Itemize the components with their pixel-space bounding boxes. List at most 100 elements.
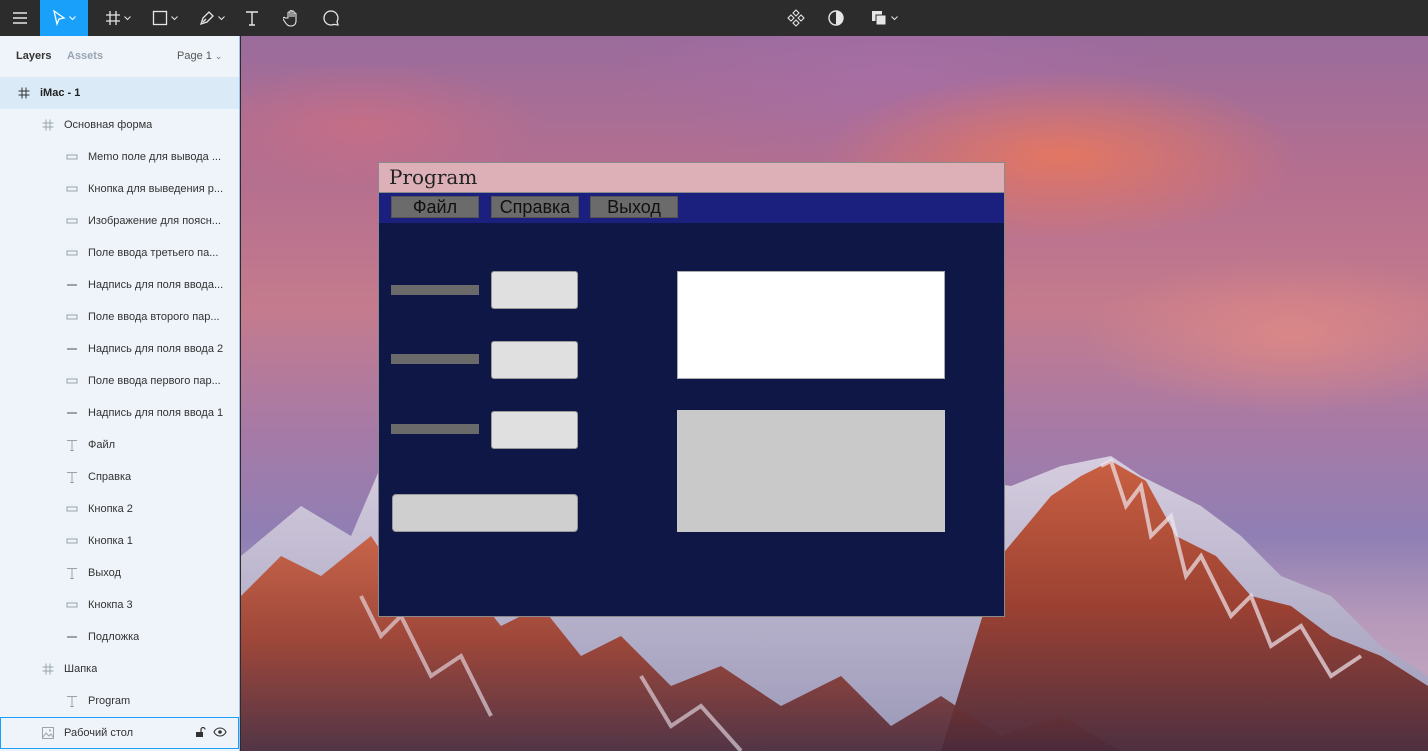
layer-name: Выход <box>88 567 121 579</box>
text-tool-icon[interactable] <box>240 0 264 36</box>
tab-layers[interactable]: Layers <box>16 50 51 62</box>
layer-row[interactable]: Основная форма <box>0 109 239 141</box>
layers-panel: Layers Assets Page 1 ⌄ iMac - 1 Основная ф… <box>0 36 240 751</box>
pen-tool-button[interactable] <box>192 0 232 36</box>
layer-row[interactable]: Кнопка 2 <box>0 493 239 525</box>
shape-tool-button[interactable] <box>145 0 185 36</box>
menu-file-button[interactable]: Файл <box>391 196 479 218</box>
eye-icon[interactable] <box>213 726 227 741</box>
rectangle-icon <box>65 310 79 324</box>
layer-name: Program <box>88 695 131 707</box>
input-label-1 <box>391 424 479 434</box>
layer-name: Основная форма <box>64 119 153 131</box>
frame-icon <box>41 118 55 132</box>
panel-tabs: Layers Assets Page 1 ⌄ <box>0 36 239 78</box>
layer-name: Поле ввода первого пар... <box>88 375 221 387</box>
layer-row[interactable]: Кнопка 1 <box>0 525 239 557</box>
rectangle-icon <box>65 534 79 548</box>
frame-tool-button[interactable] <box>98 0 138 36</box>
layer-row[interactable]: Поле ввода третьего па... <box>0 237 239 269</box>
layer-row[interactable]: Кнопка для выведения р... <box>0 173 239 205</box>
layer-name: Кнопка 1 <box>88 535 133 547</box>
chevron-down-icon: ⌄ <box>214 51 223 61</box>
chevron-down-icon <box>171 15 178 21</box>
layer-name: iMac - 1 <box>40 87 81 99</box>
rectangle-icon <box>65 502 79 516</box>
app-header: Program <box>379 163 1004 193</box>
layer-row[interactable]: Надпись для поля ввода 2 <box>0 333 239 365</box>
layer-name: Надпись для поля ввода... <box>88 279 224 291</box>
layer-row[interactable]: Кнокпа 3 <box>0 589 239 621</box>
rectangle-icon <box>65 598 79 612</box>
menu-help-button[interactable]: Справка <box>491 196 579 218</box>
frame-icon <box>17 86 31 100</box>
line-icon <box>65 342 79 356</box>
layer-row[interactable]: Изображение для поясн... <box>0 205 239 237</box>
layer-name: Кнопка 2 <box>88 503 133 515</box>
chevron-down-icon <box>218 15 225 21</box>
boolean-button[interactable] <box>864 0 904 36</box>
menu-exit-button[interactable]: Выход <box>590 196 678 218</box>
layer-row[interactable]: Поле ввода первого пар... <box>0 365 239 397</box>
text-icon <box>65 438 79 452</box>
layer-row[interactable]: Memo поле для вывода ... <box>0 141 239 173</box>
layer-row[interactable]: Рабочий стол <box>0 717 239 749</box>
layer-row[interactable]: Выход <box>0 557 239 589</box>
layer-name: Кнокпа 3 <box>88 599 133 611</box>
move-tool-button[interactable] <box>40 0 88 36</box>
chevron-down-icon <box>124 15 131 21</box>
layer-row[interactable]: Program <box>0 685 239 717</box>
input-label-2 <box>391 354 479 364</box>
chevron-down-icon <box>891 15 898 21</box>
menu-icon[interactable] <box>0 0 40 36</box>
comment-tool-icon[interactable] <box>319 0 343 36</box>
layer-row[interactable]: Надпись для поля ввода 1 <box>0 397 239 429</box>
unlock-icon[interactable] <box>194 726 206 741</box>
app-body <box>379 223 1004 616</box>
layer-name: Шапка <box>64 663 98 675</box>
layer-row[interactable]: iMac - 1 <box>0 77 239 109</box>
layer-name: Поле ввода второго пар... <box>88 311 220 323</box>
input-field-1[interactable] <box>491 411 578 449</box>
app-window[interactable]: Program Файл Справка Выход <box>378 162 1005 617</box>
input-field-2[interactable] <box>491 341 578 379</box>
layer-name: Справка <box>88 471 132 483</box>
layer-name: Надпись для поля ввода 2 <box>88 343 224 355</box>
calculate-button[interactable] <box>392 494 578 532</box>
rectangle-icon <box>65 150 79 164</box>
layer-row[interactable]: Подложка <box>0 621 239 653</box>
layer-row[interactable]: Надпись для поля ввода... <box>0 269 239 301</box>
rectangle-icon <box>65 182 79 196</box>
line-icon <box>65 278 79 292</box>
memo-output-field[interactable] <box>677 271 945 379</box>
toolbar <box>0 0 1428 36</box>
chevron-down-icon <box>69 15 76 21</box>
layer-name: Кнопка для выведения р... <box>88 183 224 195</box>
boolean-icon <box>870 9 888 27</box>
layer-name: Файл <box>88 439 116 451</box>
input-field-3[interactable] <box>491 271 578 309</box>
move-tool-icon <box>52 10 66 26</box>
pen-tool-icon <box>199 10 215 26</box>
canvas[interactable]: Program Файл Справка Выход <box>241 36 1428 751</box>
text-icon <box>65 694 79 708</box>
rectangle-icon <box>65 374 79 388</box>
layer-row[interactable]: Поле ввода второго пар... <box>0 301 239 333</box>
layer-name: Изображение для поясн... <box>88 215 221 227</box>
layer-row[interactable]: Шапка <box>0 653 239 685</box>
layer-row[interactable]: Справка <box>0 461 239 493</box>
image-icon <box>41 726 55 740</box>
hand-tool-icon[interactable] <box>280 0 304 36</box>
app-title: Program <box>389 165 478 189</box>
layer-name: Поле ввода третьего па... <box>88 247 219 259</box>
rectangle-icon <box>65 246 79 260</box>
app-menu-bar: Файл Справка Выход <box>379 193 1004 223</box>
page-selector[interactable]: Page 1 ⌄ <box>177 50 222 62</box>
layer-row[interactable]: Файл <box>0 429 239 461</box>
explanation-image <box>677 410 945 532</box>
layer-name: Memo поле для вывода ... <box>88 151 221 163</box>
mask-icon[interactable] <box>824 0 848 36</box>
frame-icon <box>41 662 55 676</box>
component-icon[interactable] <box>784 0 808 36</box>
tab-assets[interactable]: Assets <box>67 50 103 62</box>
